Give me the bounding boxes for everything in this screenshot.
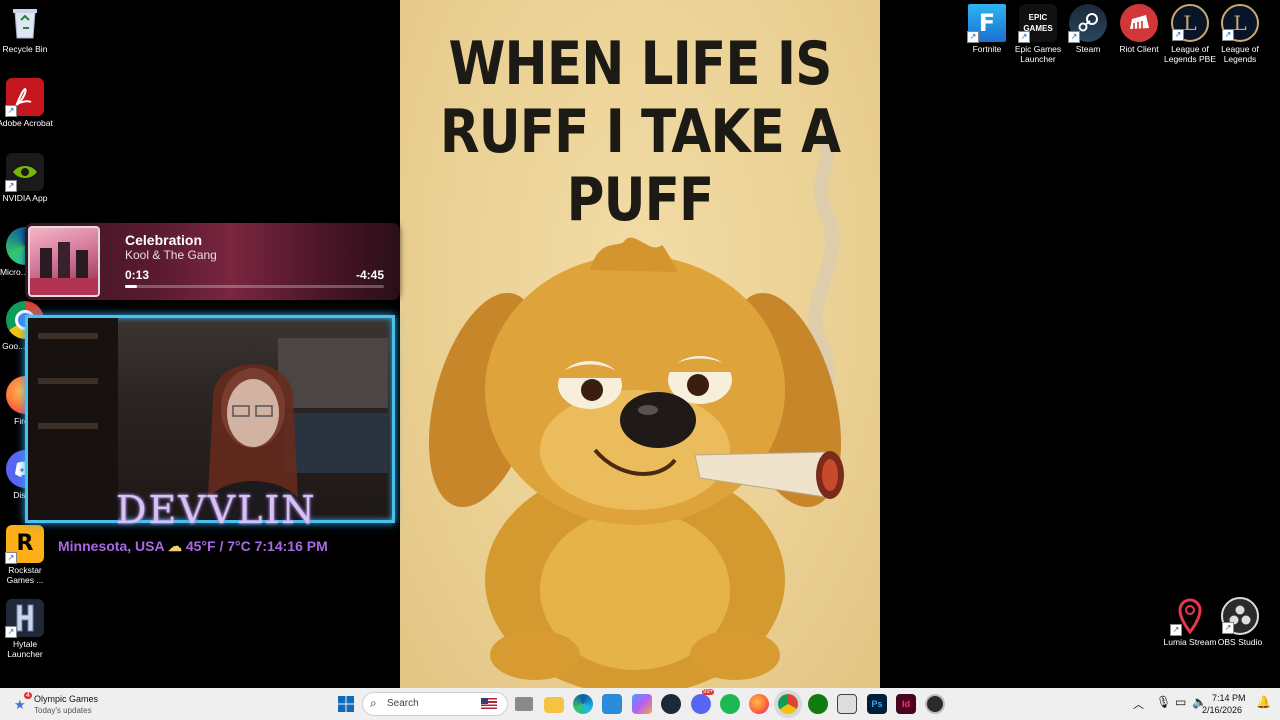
news-icon: ★	[14, 697, 26, 712]
poster-caption: WHEN LIFE IS RUFF I TAKE A PUFF	[439, 29, 841, 235]
location-text: Minnesota, USA	[58, 538, 165, 554]
recycle-bin-icon	[6, 4, 44, 42]
league-icon: L ↗	[1221, 4, 1259, 42]
song-artist: Kool & The Gang	[125, 248, 217, 262]
chevron-up-icon[interactable]: ︿	[1133, 696, 1144, 712]
news-badge: 4	[24, 692, 32, 699]
shortcut-arrow-icon: ↗	[967, 31, 979, 43]
store-icon[interactable]	[602, 694, 622, 714]
obs-icon: ↗	[1221, 597, 1259, 635]
shortcut-arrow-icon: ↗	[1172, 29, 1184, 41]
windows-icon	[338, 696, 354, 712]
desktop-icon-nvidia-app[interactable]: ↗ NVIDIA App	[0, 153, 55, 203]
nvidia-icon: ↗	[5, 153, 44, 192]
shortcut-arrow-icon: ↗	[5, 105, 17, 117]
desktop-icon-adobe-acrobat[interactable]: ↗ Adobe Acrobat	[0, 78, 55, 128]
obs-taskbar-icon[interactable]	[925, 694, 945, 714]
shortcut-arrow-icon: ↗	[5, 626, 17, 638]
search-icon: ⌕	[370, 696, 377, 710]
desktop-icon-label: Lumia Stream	[1163, 637, 1217, 647]
wallpaper-poster: WHEN LIFE IS RUFF I TAKE A PUFF	[400, 0, 880, 688]
song-title: Celebration	[125, 232, 203, 248]
snipping-tool-icon[interactable]	[837, 694, 857, 714]
start-button[interactable]	[336, 694, 356, 714]
desktop-icon-label: OBS Studio	[1217, 637, 1263, 647]
steam-taskbar-icon[interactable]	[661, 694, 681, 714]
shortcut-arrow-icon: ↗	[1222, 622, 1234, 634]
taskbar: ★ 4 Olympic Games Today's updates ⌕ Sear…	[0, 688, 1280, 720]
indesign-icon[interactable]: Id	[896, 694, 916, 714]
album-art	[28, 226, 100, 297]
desktop-icon-hytale[interactable]: ↗ Hytale Launcher	[0, 599, 55, 659]
search-label: Search	[387, 698, 419, 709]
weather-text: 45°F / 7°C	[185, 538, 251, 554]
copilot-icon[interactable]	[632, 694, 652, 714]
acrobat-icon: ↗	[5, 78, 44, 117]
discord-taskbar-icon[interactable]: 99+	[691, 689, 715, 714]
shortcut-arrow-icon: ↗	[5, 180, 17, 192]
spotify-icon[interactable]	[720, 694, 740, 714]
desktop-icon-league[interactable]: L ↗ League of Legends	[1210, 4, 1270, 64]
desktop-icon-label: Rockstar Games ...	[6, 565, 44, 585]
shortcut-arrow-icon: ↗	[5, 552, 17, 564]
desktop-icon-label: Adobe Acrobat	[0, 118, 53, 128]
task-view-icon[interactable]	[515, 697, 533, 711]
desktop-icon-label: Hytale Launcher	[7, 639, 43, 659]
shortcut-arrow-icon: ↗	[1170, 624, 1182, 636]
weather-cloud-icon: ☁	[167, 538, 182, 554]
clock-date[interactable]: 2/16/2026	[1202, 705, 1242, 715]
flag-icon	[481, 698, 497, 709]
search-box[interactable]: ⌕ Search	[362, 692, 508, 716]
hytale-icon: ↗	[5, 599, 44, 638]
now-playing-widget[interactable]: Celebration Kool & The Gang 0:13 -4:45	[25, 223, 400, 300]
shortcut-arrow-icon: ↗	[1018, 31, 1030, 43]
news-widget[interactable]: ★ 4 Olympic Games Today's updates	[12, 690, 102, 718]
remaining-time: -4:45	[355, 268, 384, 282]
shortcut-arrow-icon: ↗	[1222, 29, 1234, 41]
desktop-icon-label: Fortnite	[972, 44, 1002, 54]
clock-time[interactable]: 7:14 PM	[1212, 693, 1246, 703]
desktop-icon-label: Recycle Bin	[2, 44, 48, 54]
fortnite-icon: F ↗	[967, 4, 1006, 43]
location-weather-bar: Minnesota, USA ☁ 45°F / 7°C 7:14:16 PM	[58, 538, 328, 555]
notification-icon[interactable]: 🔔	[1256, 695, 1271, 709]
desktop-icon-obs-studio[interactable]: ↗ OBS Studio	[1210, 597, 1270, 647]
elapsed-time: 0:13	[125, 268, 150, 282]
photoshop-icon[interactable]: Ps	[867, 694, 887, 714]
overlay-time: 7:14:16 PM	[254, 538, 328, 554]
desktop-icon-label: Riot Client	[1119, 44, 1159, 54]
edge-taskbar-icon[interactable]	[573, 694, 593, 714]
network-icon[interactable]: ▭	[1175, 695, 1186, 709]
desktop-icon-label: League of Legends	[1221, 44, 1259, 64]
chrome-taskbar-icon[interactable]	[778, 694, 798, 714]
desktop-icon-rockstar[interactable]: R ↗ Rockstar Games ...	[0, 525, 55, 585]
desktop-icon-label: NVIDIA App	[2, 193, 48, 203]
steam-icon: ↗	[1068, 4, 1107, 43]
file-explorer-icon[interactable]	[544, 697, 564, 713]
league-pbe-icon: L ↗	[1171, 4, 1209, 42]
desktop-icon-recycle-bin[interactable]: Recycle Bin	[0, 4, 55, 54]
streamer-brand: DEVVLIN	[116, 488, 317, 532]
progress-fill	[125, 285, 137, 288]
desktop-icon-label: Steam	[1075, 44, 1101, 54]
firefox-taskbar-icon[interactable]	[749, 694, 769, 714]
lumia-stream-icon: ↗	[1170, 597, 1209, 636]
progress-bar[interactable]	[125, 285, 384, 288]
epic-games-icon: EPIC GAMES ↗	[1018, 4, 1057, 43]
shortcut-arrow-icon: ↗	[1068, 31, 1080, 43]
xbox-icon[interactable]	[808, 694, 828, 714]
microphone-icon[interactable]: 🎙	[1156, 695, 1171, 709]
discord-badge: 99+	[702, 689, 715, 695]
news-subtitle: Today's updates	[34, 706, 92, 715]
riot-client-icon	[1120, 4, 1158, 42]
rockstar-icon: R ↗	[5, 525, 44, 564]
news-title: Olympic Games	[34, 694, 99, 704]
